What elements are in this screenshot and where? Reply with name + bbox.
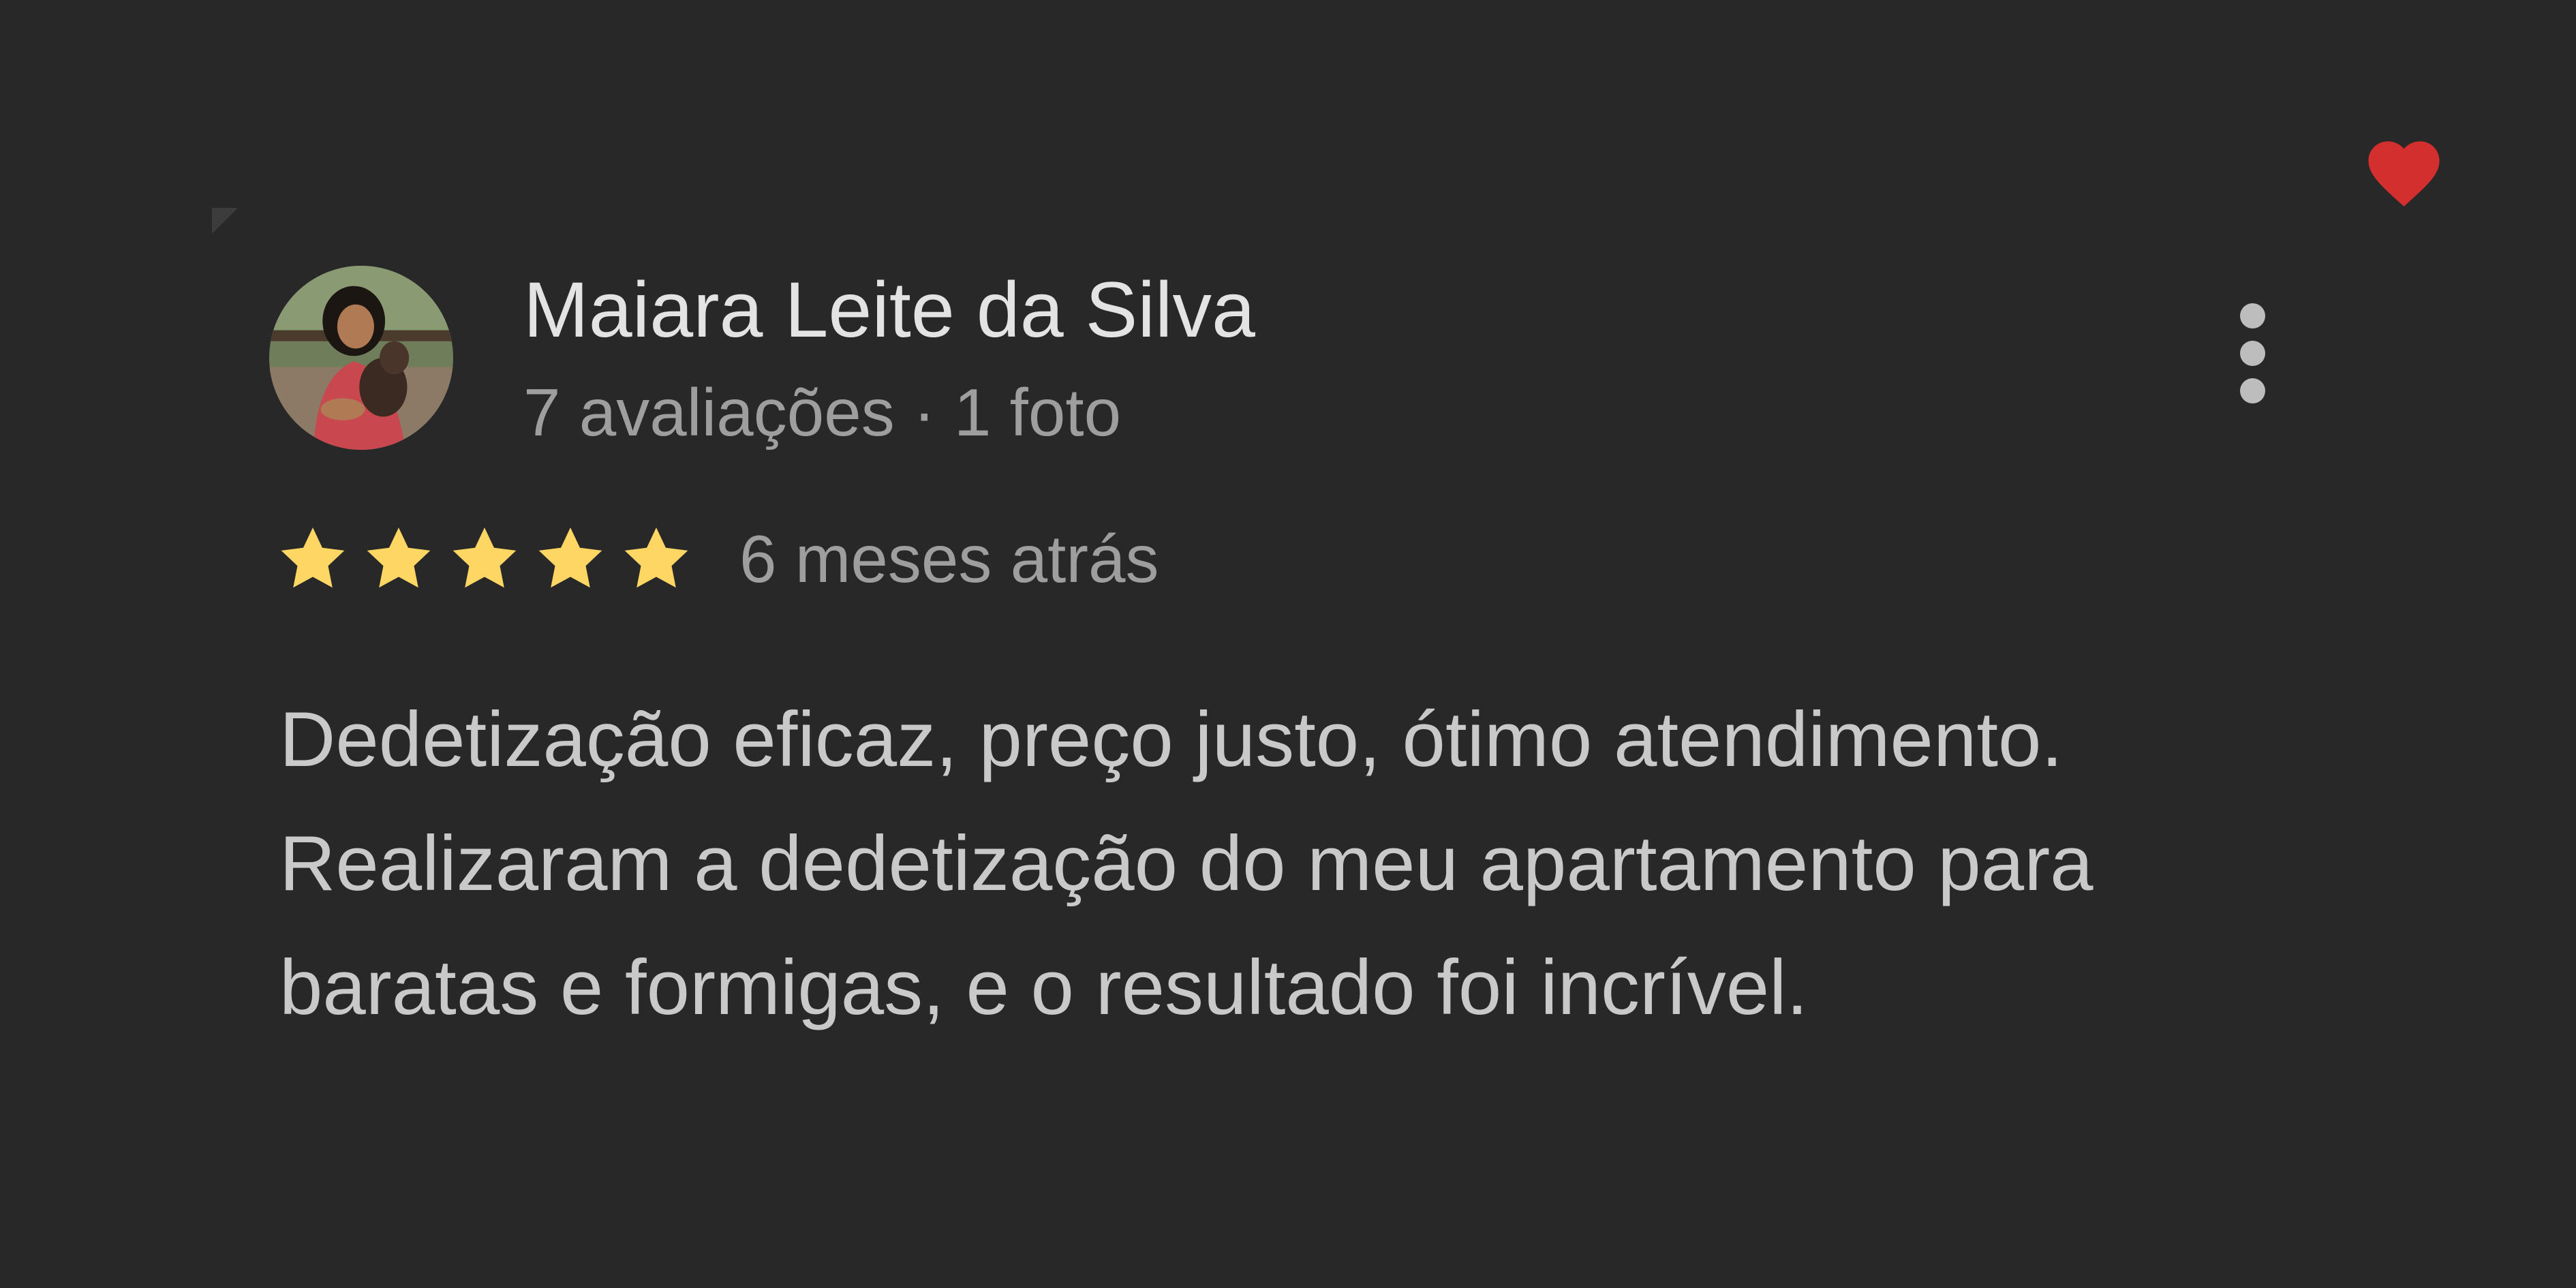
heart-shape [2368,141,2440,206]
star-icon [367,527,431,588]
menu-dot [2240,303,2265,328]
star-rating [276,522,693,596]
more-vertical-icon[interactable] [2228,303,2276,419]
rating-row: 6 meses atrás [276,518,1159,600]
corner-decoration [212,208,238,234]
heart-icon[interactable] [2361,129,2447,210]
avatar-photo [269,266,453,450]
menu-dot [2240,378,2265,403]
author-meta: 7 avaliações · 1 foto [523,375,1122,450]
review-text-line: baratas e formigas, e o resultado foi in… [279,945,1809,1031]
avatar[interactable] [269,266,453,450]
star-icon [624,527,688,588]
review-text-line: Dedetização eficaz, preço justo, ótimo a… [279,696,2064,783]
star-icon [281,527,345,588]
review-text: Dedetização eficaz, preço justo, ótimo a… [279,678,2297,1050]
review-text-line: Realizaram a dedetização do meu apartame… [279,821,2094,907]
star-icon [453,527,517,588]
star-icon [538,527,602,588]
menu-dot [2240,341,2265,366]
review-card: Maiara Leite da Silva 7 avaliações · 1 f… [269,262,2300,1046]
review-date: 6 meses atrás [739,521,1159,596]
author-name[interactable]: Maiara Leite da Silva [523,262,1255,358]
